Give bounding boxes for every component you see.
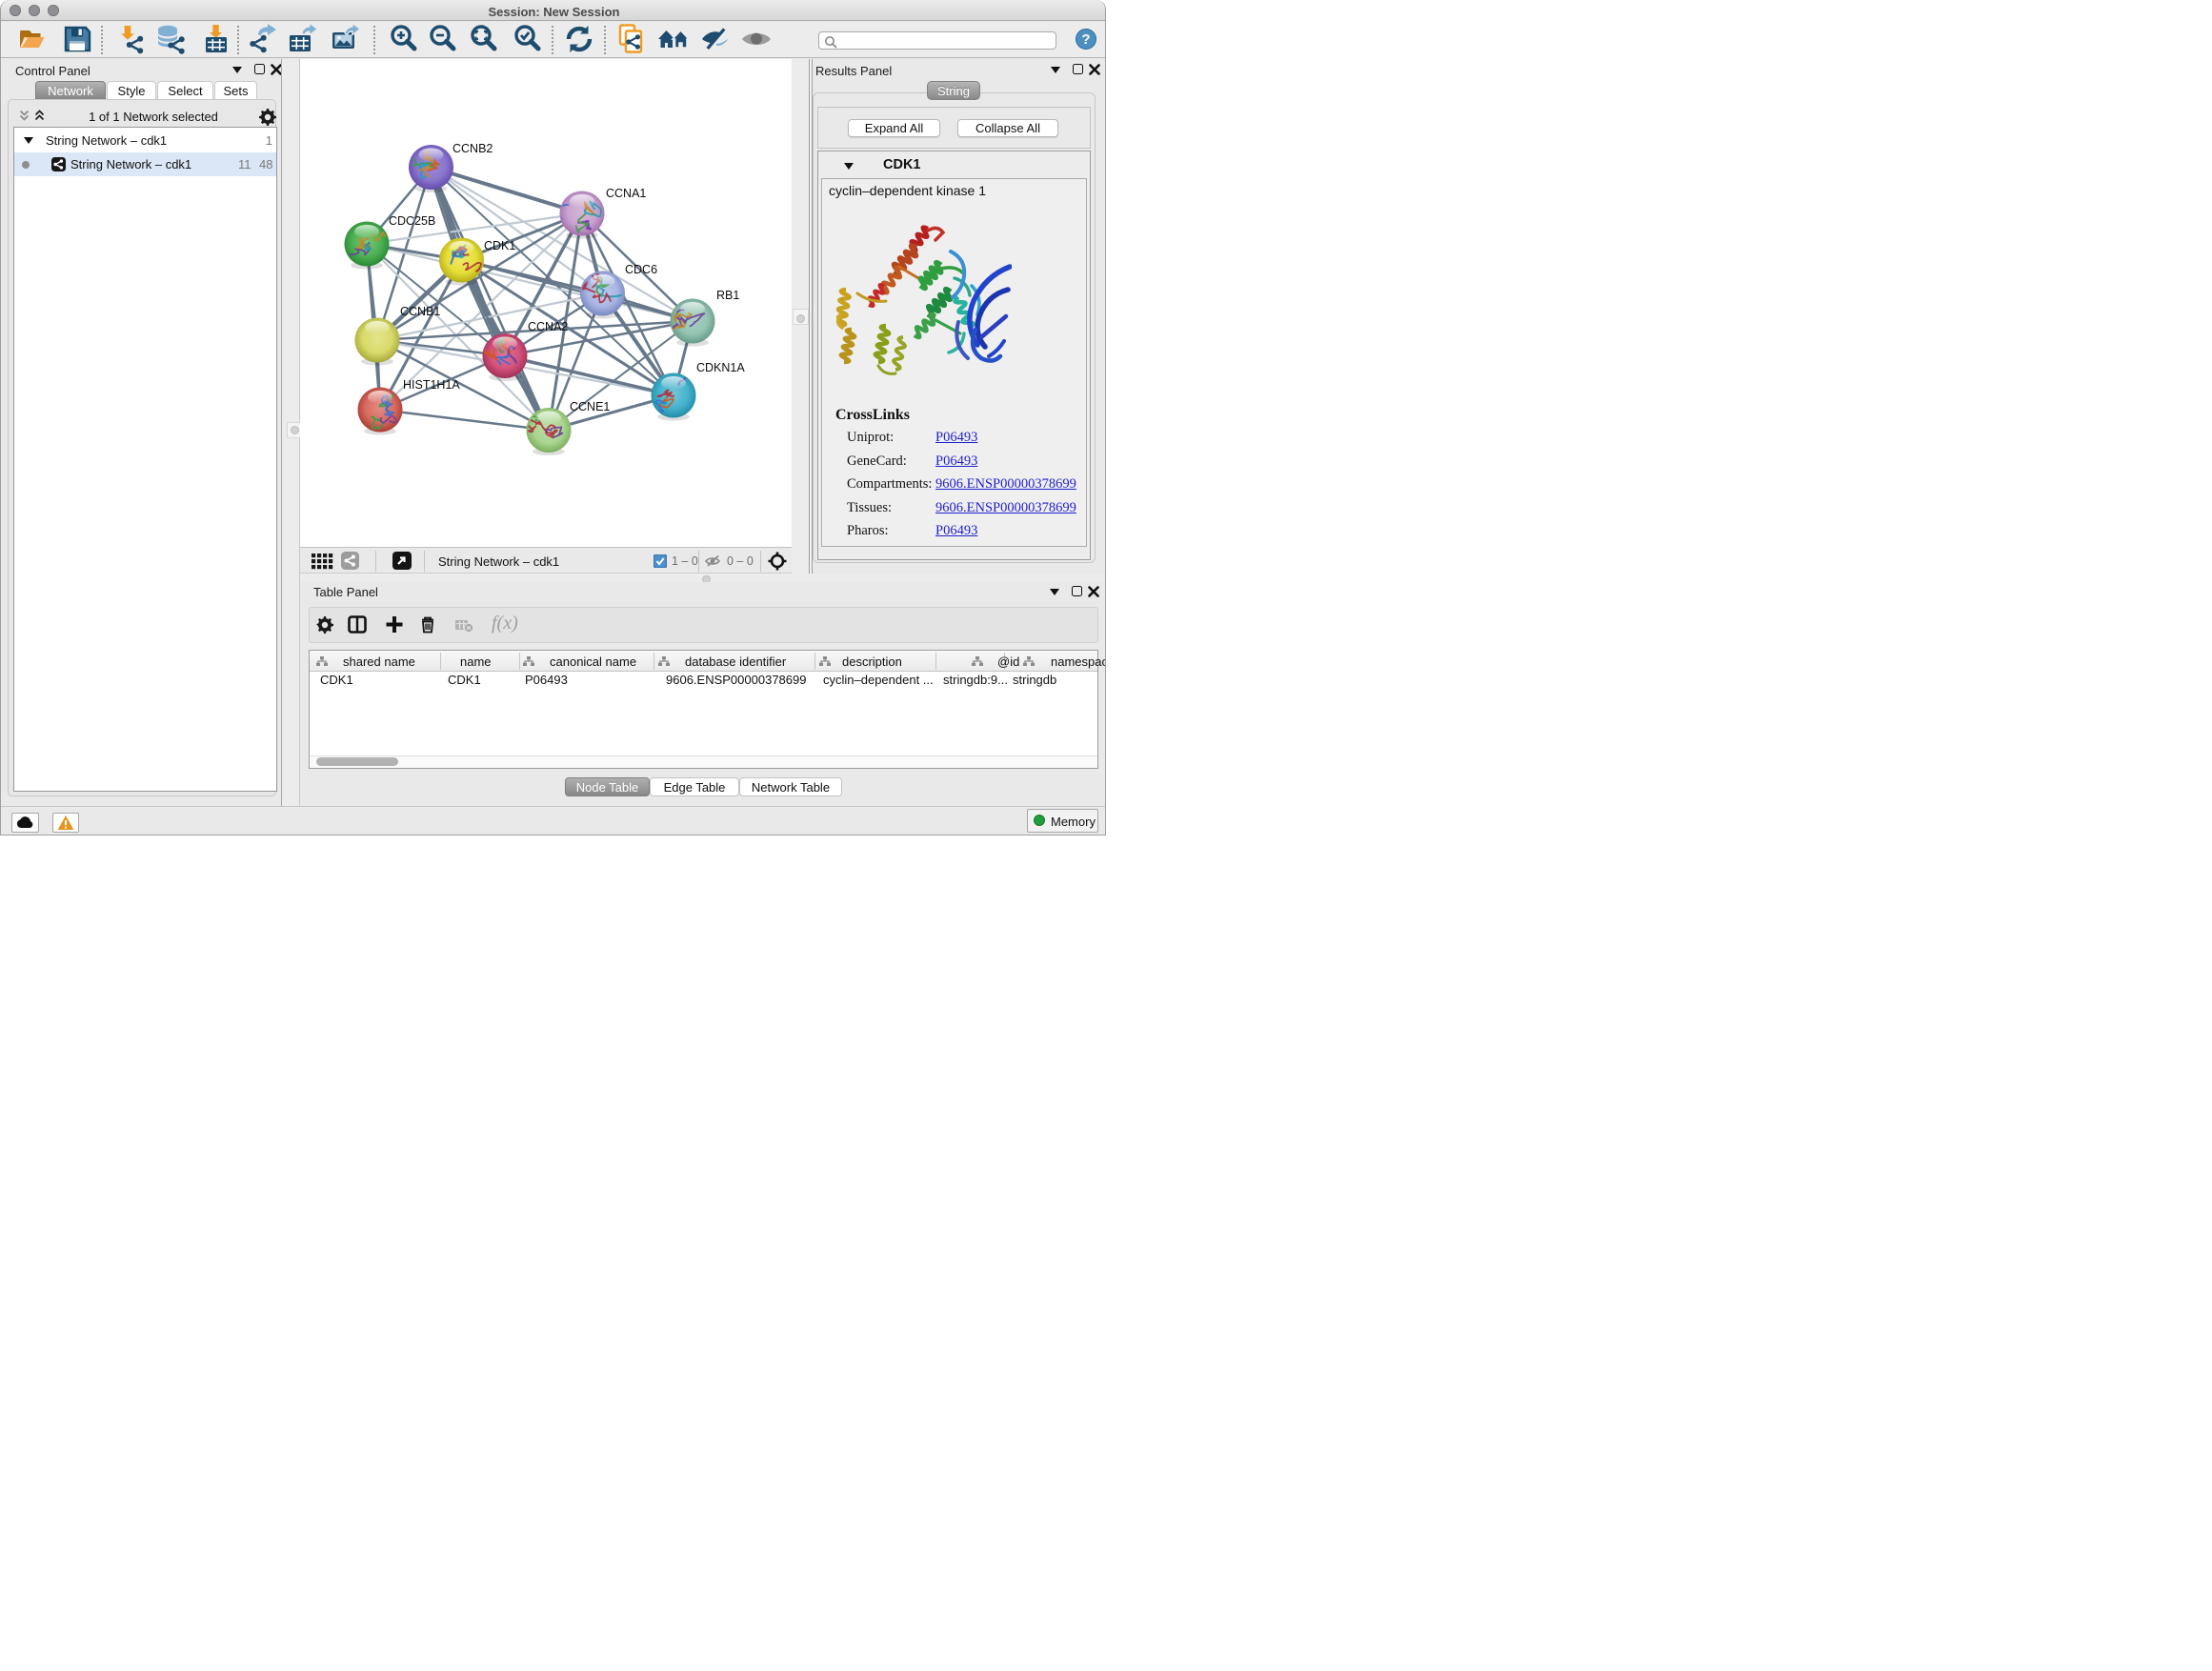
svg-text:CDC6: CDC6: [625, 263, 657, 276]
svg-text:CCNA2: CCNA2: [528, 320, 568, 333]
svg-text:CCNB1: CCNB1: [400, 305, 440, 318]
svg-text:HIST1H1A: HIST1H1A: [403, 378, 460, 392]
svg-text:CCNE1: CCNE1: [570, 400, 610, 413]
svg-text:CDKN1A: CDKN1A: [696, 361, 745, 374]
svg-text:?: ?: [1081, 31, 1090, 48]
svg-text:RB1: RB1: [716, 289, 739, 302]
svg-text:CCNB2: CCNB2: [452, 142, 493, 155]
svg-text:CDC25B: CDC25B: [389, 214, 435, 228]
svg-text:CCNA1: CCNA1: [606, 187, 646, 200]
svg-text:CDK1: CDK1: [484, 239, 515, 252]
